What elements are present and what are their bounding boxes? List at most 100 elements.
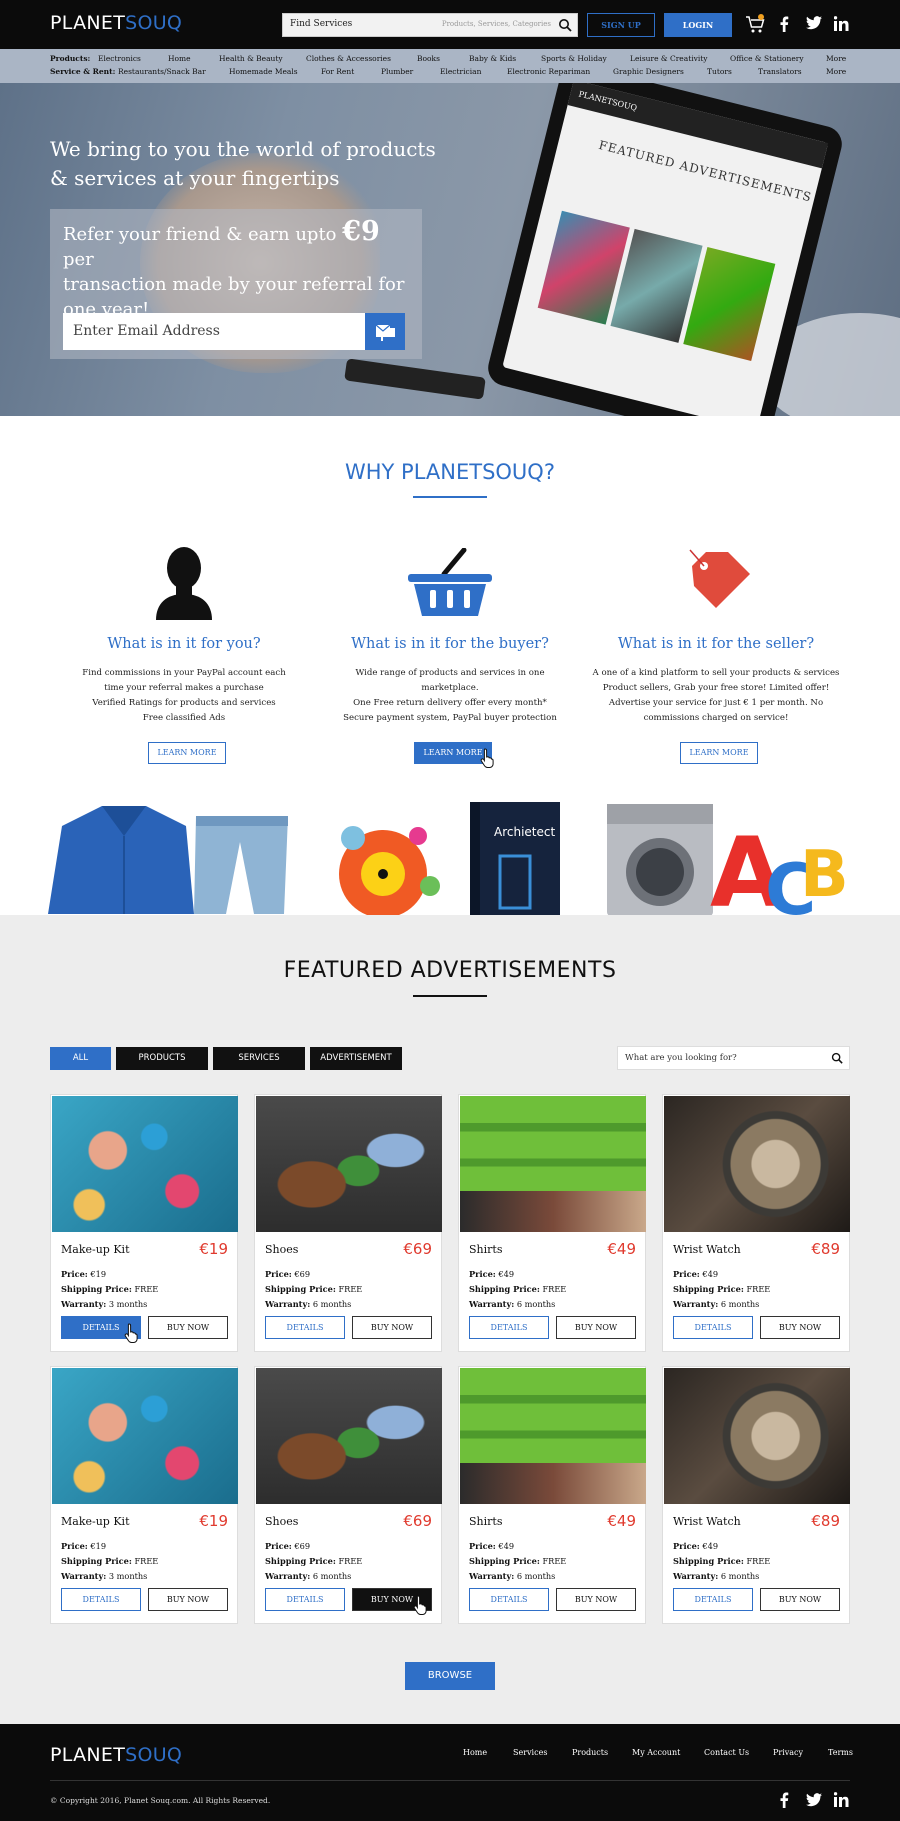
why-heading-you: What is in it for you? <box>107 636 261 652</box>
buy-now-button[interactable]: BUY NOW <box>148 1316 228 1339</box>
product-card[interactable]: Wrist Watch €89 Price: €49 Shipping Price: … <box>662 1094 850 1352</box>
washing-machine-image <box>607 804 713 916</box>
nav-item-more-products[interactable]: More <box>826 54 846 63</box>
footer-link-services[interactable]: Services <box>513 1748 547 1757</box>
nav-item-office[interactable]: Office & Stationery <box>730 54 804 63</box>
nav-item-books[interactable]: Books <box>417 54 440 63</box>
footer-link-products[interactable]: Products <box>572 1748 608 1757</box>
details-button[interactable]: DETAILS <box>469 1588 549 1611</box>
details-button[interactable]: DETAILS <box>265 1588 345 1611</box>
nav-item-baby-kids[interactable]: Baby & Kids <box>469 54 516 63</box>
search-icon[interactable] <box>831 1052 843 1064</box>
footer-link-my-account[interactable]: My Account <box>632 1748 680 1757</box>
facebook-icon[interactable] <box>779 16 789 32</box>
site-logo[interactable]: PLANETSOUQ <box>50 12 182 34</box>
nav-item-tutors[interactable]: Tutors <box>707 67 732 76</box>
product-card[interactable]: Make-up Kit €19 Price: €19 Shipping Price: … <box>50 1094 238 1352</box>
buy-now-button[interactable]: BUY NOW <box>556 1588 636 1611</box>
footer-link-home[interactable]: Home <box>463 1748 487 1757</box>
referral-email-input[interactable]: Enter Email Address <box>63 313 365 350</box>
product-name: Shoes <box>265 1515 299 1528</box>
linkedin-icon[interactable] <box>834 1792 849 1807</box>
price-label: Price: <box>469 1541 496 1551</box>
search-icon[interactable] <box>558 18 572 32</box>
nav-item-home[interactable]: Home <box>168 54 191 63</box>
shipping-line: Shipping Price: FREE <box>61 1284 158 1294</box>
details-button[interactable]: DETAILS <box>673 1588 753 1611</box>
footer-link-privacy[interactable]: Privacy <box>773 1748 803 1757</box>
nav-item-for-rent[interactable]: For Rent <box>321 67 354 76</box>
product-card[interactable]: Shoes €69 Price: €69 Shipping Price: FREE Wa… <box>254 1366 442 1624</box>
mail-send-icon <box>375 324 395 341</box>
product-card[interactable]: Shirts €49 Price: €49 Shipping Price: FREE W… <box>458 1094 646 1352</box>
product-card[interactable]: Shirts €49 Price: €49 Shipping Price: FREE W… <box>458 1366 646 1624</box>
buy-now-button[interactable]: BUY NOW <box>148 1588 228 1611</box>
products-nav-label: Products: <box>50 54 91 63</box>
hero-headline: We bring to you the world of products & … <box>50 135 450 193</box>
product-showcase-strip: Archietect A C B <box>0 796 900 931</box>
signup-button[interactable]: SIGN UP <box>587 13 655 37</box>
footer-link-terms[interactable]: Terms <box>828 1748 853 1757</box>
nav-item-restaurants[interactable]: Restaurants/Snack Bar <box>118 67 206 76</box>
facebook-icon[interactable] <box>779 1792 789 1808</box>
linkedin-icon[interactable] <box>834 16 849 31</box>
product-image-shirts[interactable] <box>460 1368 646 1504</box>
product-image-watch[interactable] <box>664 1096 850 1232</box>
twitter-icon[interactable] <box>806 1793 822 1807</box>
details-button[interactable]: DETAILS <box>61 1588 141 1611</box>
nav-item-repairman[interactable]: Electronic Repariman <box>507 67 590 76</box>
price-value: €49 <box>498 1541 515 1551</box>
details-button[interactable]: DETAILS <box>469 1316 549 1339</box>
product-card[interactable]: Wrist Watch €89 Price: €49 Shipping Price: … <box>662 1366 850 1624</box>
learn-more-seller-button[interactable]: LEARN MORE <box>680 742 758 764</box>
nav-item-graphic-designers[interactable]: Graphic Designers <box>613 67 684 76</box>
product-image-makeup[interactable] <box>52 1096 238 1232</box>
tab-advertisement[interactable]: ADVERTISEMENT <box>310 1047 402 1070</box>
footer-link-contact[interactable]: Contact Us <box>704 1748 749 1757</box>
nav-item-translators[interactable]: Translators <box>758 67 802 76</box>
shipping-value: FREE <box>542 1556 567 1566</box>
product-image-shoes[interactable] <box>256 1096 442 1232</box>
buy-now-button[interactable]: BUY NOW <box>760 1316 840 1339</box>
product-image-shoes[interactable] <box>256 1368 442 1504</box>
details-button[interactable]: DETAILS <box>265 1316 345 1339</box>
nav-item-leisure[interactable]: Leisure & Creativity <box>630 54 708 63</box>
twitter-icon[interactable] <box>806 16 822 30</box>
warranty-line: Warranty: 3 months <box>61 1571 147 1581</box>
nav-item-electronics[interactable]: Electronics <box>98 54 141 63</box>
product-image-watch[interactable] <box>664 1368 850 1504</box>
hand-cursor-icon <box>413 1595 427 1615</box>
buy-now-button[interactable]: BUY NOW <box>760 1588 840 1611</box>
buy-now-button[interactable]: BUY NOW <box>556 1316 636 1339</box>
nav-item-clothes[interactable]: Clothes & Accessories <box>306 54 391 63</box>
cart-icon[interactable] <box>745 14 765 34</box>
product-card[interactable]: Make-up Kit €19 Price: €19 Shipping Price: … <box>50 1366 238 1624</box>
price-value: €69 <box>294 1269 311 1279</box>
referral-submit-button[interactable] <box>365 313 405 350</box>
buy-now-button[interactable]: BUY NOW <box>352 1316 432 1339</box>
tab-products[interactable]: PRODUCTS <box>116 1047 208 1070</box>
footer-logo[interactable]: PLANETSOUQ <box>50 1744 182 1766</box>
tab-services[interactable]: SERVICES <box>213 1047 305 1070</box>
tab-all[interactable]: ALL <box>50 1047 111 1070</box>
nav-item-more-services[interactable]: More <box>826 67 846 76</box>
browse-button[interactable]: BROWSE <box>405 1662 495 1690</box>
why-buyer-line-2: marketplace. <box>421 683 479 693</box>
nav-item-health-beauty[interactable]: Health & Beauty <box>219 54 283 63</box>
shipping-value: FREE <box>542 1284 567 1294</box>
learn-more-you-button[interactable]: LEARN MORE <box>148 742 226 764</box>
nav-item-plumber[interactable]: Plumber <box>381 67 413 76</box>
nav-item-homemade-meals[interactable]: Homemade Meals <box>229 67 298 76</box>
warranty-value: 6 months <box>312 1299 352 1309</box>
products-nav-row: Products: Electronics Home Health & Beau… <box>50 54 850 66</box>
product-image-makeup[interactable] <box>52 1368 238 1504</box>
service-search-input[interactable]: Find Services Products, Services, Catego… <box>282 13 578 37</box>
details-button[interactable]: DETAILS <box>673 1316 753 1339</box>
featured-search-input[interactable]: What are you looking for? <box>617 1046 850 1070</box>
product-image-shirts[interactable] <box>460 1096 646 1232</box>
referral-text-1: Refer your friend & earn upto <box>63 224 337 245</box>
nav-item-electrician[interactable]: Electrician <box>440 67 481 76</box>
product-card[interactable]: Shoes €69 Price: €69 Shipping Price: FREE Wa… <box>254 1094 442 1352</box>
nav-item-sports[interactable]: Sports & Holiday <box>541 54 607 63</box>
login-button[interactable]: LOGIN <box>664 13 732 37</box>
